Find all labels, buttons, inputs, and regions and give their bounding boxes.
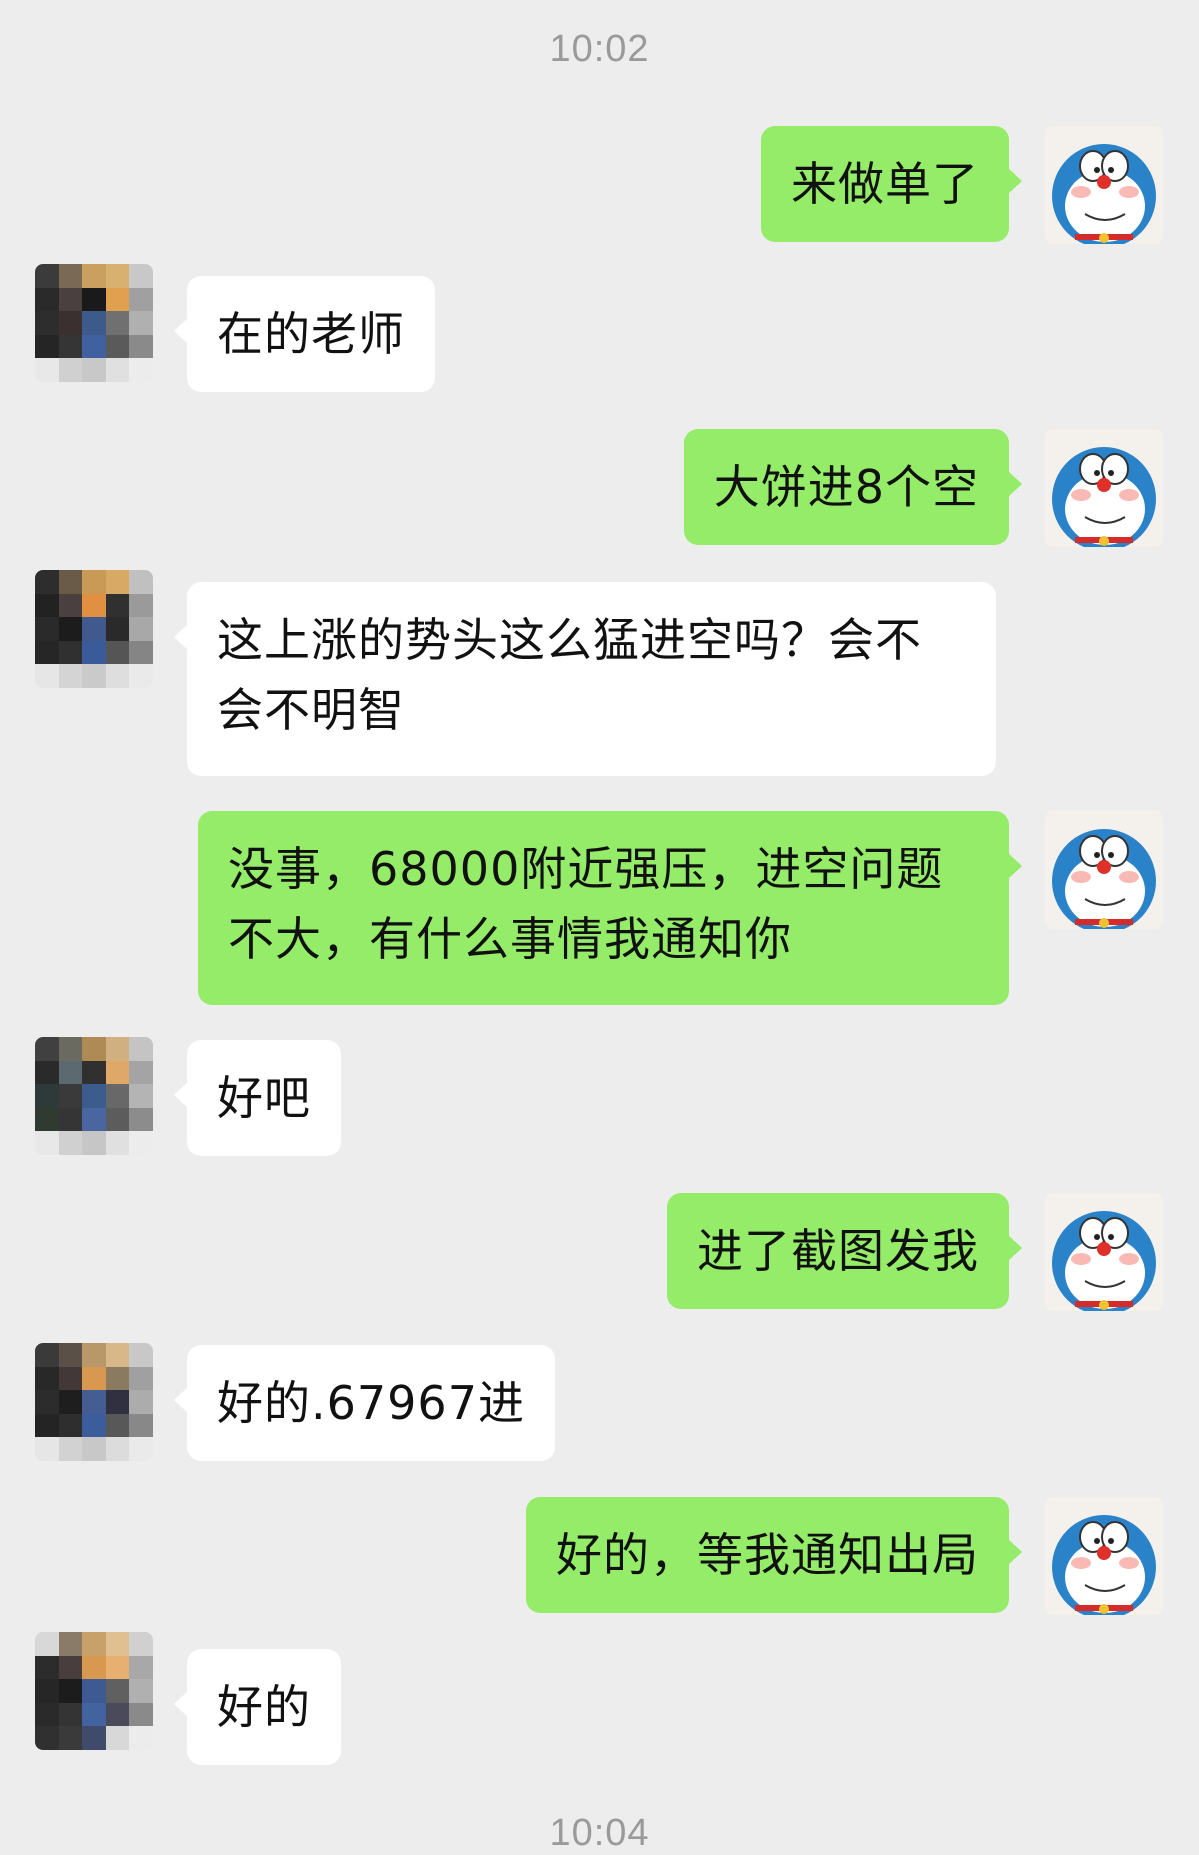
self-avatar-icon[interactable] bbox=[1045, 1497, 1163, 1615]
pixelated-avatar-icon bbox=[35, 1343, 153, 1461]
pixelated-avatar-icon bbox=[35, 1632, 153, 1750]
pixelated-avatar-icon bbox=[35, 264, 153, 382]
message-text: 大饼进8个空 bbox=[713, 460, 979, 514]
self-avatar-icon[interactable] bbox=[1045, 1193, 1163, 1311]
doraemon-avatar-icon bbox=[1045, 1193, 1163, 1311]
message-text: 在的老师 bbox=[217, 307, 405, 361]
incoming-message-bubble[interactable]: 在的老师 bbox=[174, 276, 435, 392]
message-text: 来做单了 bbox=[791, 157, 979, 211]
outgoing-message-bubble[interactable]: 进了截图发我 bbox=[667, 1193, 1022, 1309]
outgoing-message-bubble[interactable]: 来做单了 bbox=[761, 126, 1022, 242]
message-text: 好的 bbox=[217, 1680, 311, 1734]
self-avatar-icon[interactable] bbox=[1045, 811, 1163, 929]
message-text: 好吧 bbox=[217, 1071, 311, 1125]
incoming-message-bubble[interactable]: 这上涨的势头这么猛进空吗？会不会不明智 bbox=[174, 582, 996, 776]
contact-avatar-icon[interactable] bbox=[35, 570, 153, 688]
self-avatar-icon[interactable] bbox=[1045, 126, 1163, 244]
doraemon-avatar-icon bbox=[1045, 1497, 1163, 1615]
outgoing-message-bubble[interactable]: 好的，等我通知出局 bbox=[526, 1497, 1022, 1613]
contact-avatar-icon[interactable] bbox=[35, 1632, 153, 1750]
message-text: 好的，等我通知出局 bbox=[556, 1528, 979, 1582]
contact-avatar-icon[interactable] bbox=[35, 264, 153, 382]
incoming-message-bubble[interactable]: 好的 bbox=[174, 1649, 341, 1765]
message-timestamp: 10:02 bbox=[549, 28, 650, 70]
doraemon-avatar-icon bbox=[1045, 126, 1163, 244]
message-text: 这上涨的势头这么猛进空吗？会不会不明智 bbox=[217, 613, 922, 737]
message-text: 没事，68000附近强压，进空问题不大，有什么事情我通知你 bbox=[228, 842, 944, 966]
incoming-message-bubble[interactable]: 好吧 bbox=[174, 1040, 341, 1156]
message-text: 进了截图发我 bbox=[697, 1224, 979, 1278]
doraemon-avatar-icon bbox=[1045, 811, 1163, 929]
contact-avatar-icon[interactable] bbox=[35, 1037, 153, 1155]
outgoing-message-bubble[interactable]: 没事，68000附近强压，进空问题不大，有什么事情我通知你 bbox=[198, 811, 1022, 1005]
incoming-message-bubble[interactable]: 好的.67967进 bbox=[174, 1345, 555, 1461]
pixelated-avatar-icon bbox=[35, 1037, 153, 1155]
message-text: 好的.67967进 bbox=[217, 1376, 525, 1430]
outgoing-message-bubble[interactable]: 大饼进8个空 bbox=[683, 429, 1023, 545]
contact-avatar-icon[interactable] bbox=[35, 1343, 153, 1461]
doraemon-avatar-icon bbox=[1045, 429, 1163, 547]
chat-window: 10:02 来做单了 在的老师 大饼进8个空 这上涨的势头这么猛进空吗？会不会不… bbox=[0, 0, 1199, 1854]
pixelated-avatar-icon bbox=[35, 570, 153, 688]
self-avatar-icon[interactable] bbox=[1045, 429, 1163, 547]
